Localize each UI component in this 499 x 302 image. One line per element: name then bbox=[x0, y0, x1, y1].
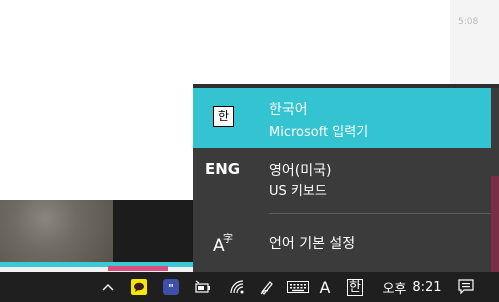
progress-bar-pink bbox=[108, 266, 168, 271]
quote-app-icon: " bbox=[163, 279, 179, 295]
background-photo bbox=[0, 200, 113, 262]
ime-mode-label: 한 bbox=[347, 278, 363, 296]
touch-keyboard-button[interactable] bbox=[285, 272, 311, 302]
ime-item-english[interactable]: ENG 영어(미국) US 키보드 bbox=[193, 150, 491, 210]
ime-item-name: 영어(미국) bbox=[269, 163, 332, 179]
menu-divider bbox=[269, 213, 491, 214]
quote-app-tray-button[interactable]: " bbox=[160, 272, 182, 302]
input-language-indicator[interactable]: A bbox=[316, 272, 334, 302]
svg-text:": " bbox=[168, 282, 174, 295]
language-settings-icon: A 字 bbox=[213, 234, 233, 256]
ime-item-sub: Microsoft 입력기 bbox=[269, 125, 369, 140]
input-method-menu: 한 한국어 Microsoft 입력기 ENG 영어(미국) US 키보드 A … bbox=[193, 84, 499, 272]
ime-item-korean[interactable]: 한 한국어 Microsoft 입력기 bbox=[193, 88, 491, 148]
action-center-button[interactable] bbox=[455, 272, 477, 302]
show-hidden-icons-button[interactable] bbox=[98, 272, 118, 302]
keyboard-icon bbox=[287, 281, 309, 293]
taskbar: " A 한 오후 8:21 bbox=[0, 272, 499, 302]
clock-time: 8:21 bbox=[412, 279, 442, 295]
clock[interactable]: 오후 8:21 bbox=[380, 272, 444, 302]
ime-mode-button[interactable]: 한 bbox=[345, 272, 365, 302]
clock-ampm: 오후 bbox=[382, 281, 407, 297]
background-time-text: 5:08 bbox=[458, 17, 479, 27]
korean-ime-icon: 한 bbox=[213, 106, 234, 127]
wifi-icon bbox=[230, 280, 244, 294]
pen-icon bbox=[260, 281, 273, 295]
battery-tray-button[interactable] bbox=[192, 272, 214, 302]
chevron-up-icon bbox=[102, 284, 114, 291]
kakaotalk-icon bbox=[131, 279, 147, 295]
language-preferences-label: 언어 기본 설정 bbox=[269, 236, 356, 252]
background-window-strip bbox=[450, 0, 499, 84]
ime-item-sub: US 키보드 bbox=[269, 184, 327, 199]
english-ime-abbr: ENG bbox=[205, 160, 241, 178]
battery-icon bbox=[195, 280, 210, 293]
pen-workspace-button[interactable] bbox=[256, 272, 278, 302]
notification-icon bbox=[458, 279, 474, 295]
kakaotalk-tray-button[interactable] bbox=[128, 272, 150, 302]
network-tray-button[interactable] bbox=[226, 272, 248, 302]
ime-item-name: 한국어 bbox=[269, 102, 308, 118]
language-preferences-link[interactable]: A 字 언어 기본 설정 bbox=[193, 220, 491, 264]
background-window-edge bbox=[491, 176, 499, 272]
background-dark-panel bbox=[113, 200, 193, 262]
